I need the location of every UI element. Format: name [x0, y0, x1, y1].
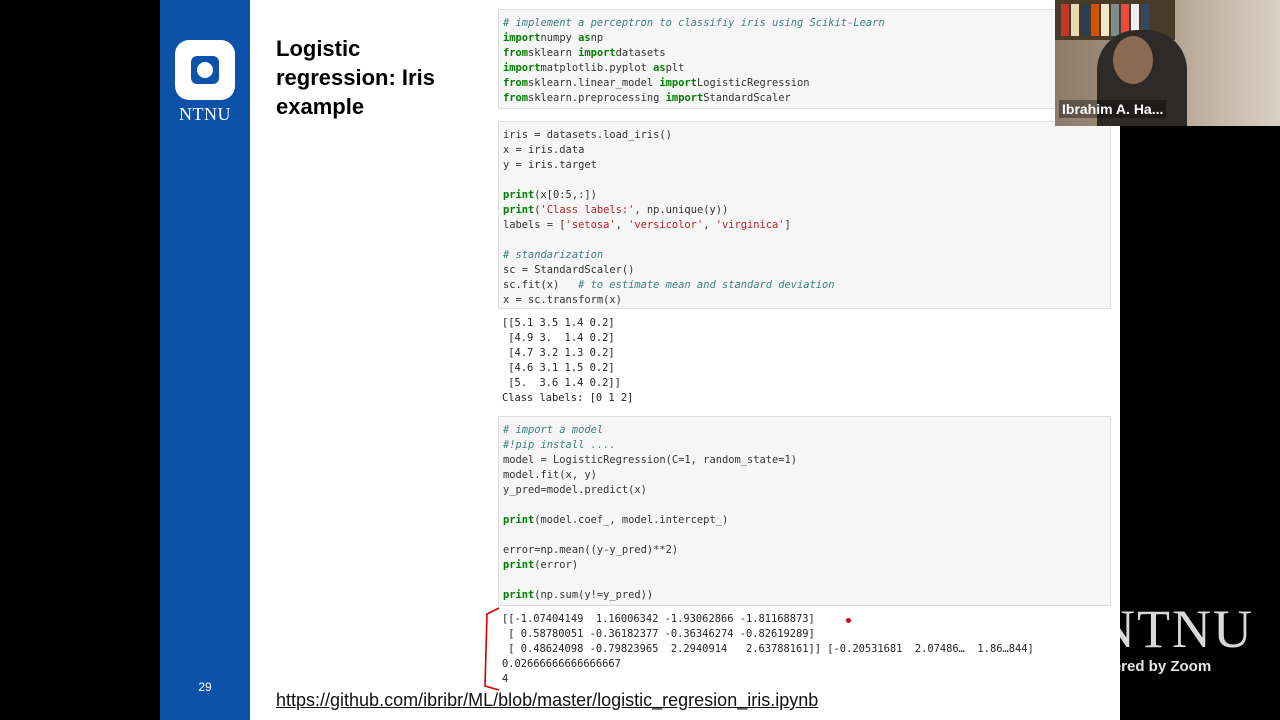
- code-cell-imports[interactable]: # implement a perceptron to classifiy ir…: [498, 9, 1056, 109]
- red-pointer-dot: [846, 618, 851, 623]
- slide-title: Logistic regression: Iris example: [276, 36, 435, 119]
- code-token: sklearn.linear_model: [528, 77, 660, 89]
- red-annotation-bracket: [484, 607, 500, 691]
- powered-by-zoom: Powered by Zoom: [1082, 658, 1212, 675]
- code-token: # standarization: [503, 249, 604, 261]
- code-token: y_pred=model.predict(x): [503, 484, 647, 496]
- sidebar: NTNU 29: [160, 0, 250, 720]
- code-token: y = iris.target: [503, 159, 597, 171]
- code-token: np: [590, 32, 604, 44]
- logo-text: NTNU: [179, 104, 231, 124]
- cell-output-data: [[5.1 3.5 1.4 0.2] [4.9 3. 1.4 0.2] [4.7…: [502, 317, 634, 404]
- code-imports: # implement a perceptron to classifiy ir…: [499, 10, 1055, 112]
- code-token: #!pip install ....: [503, 439, 616, 451]
- code-token: import: [659, 77, 697, 89]
- code-token: print: [503, 189, 535, 201]
- code-token: x = iris.data: [503, 144, 585, 156]
- code-token: (np.sum(y!=y_pred)): [534, 589, 654, 601]
- code-token: print: [503, 514, 535, 526]
- code-token: sc.fit(x): [503, 279, 579, 291]
- code-token: matplotlib.pyplot: [540, 62, 654, 74]
- code-token: 'Class labels:': [540, 204, 635, 216]
- code-token: as: [578, 32, 591, 44]
- code-token: LogisticRegression: [696, 77, 810, 89]
- code-token: import: [503, 32, 541, 44]
- code-token: from: [503, 92, 529, 104]
- participant-name: Ibrahim A. Ha...: [1059, 100, 1167, 118]
- code-token: # import a model: [503, 424, 604, 436]
- code-token: print: [503, 559, 535, 571]
- code-token: StandardScaler: [703, 92, 791, 104]
- code-token: error=np.mean((y-y_pred)**2): [503, 544, 679, 556]
- code-token: from: [503, 77, 529, 89]
- code-token: iris = datasets.load_iris(): [503, 129, 672, 141]
- code-model: # import a model #!pip install .... mode…: [499, 417, 1110, 609]
- ntnu-logo-icon: [175, 40, 235, 100]
- code-token: (x[0:5,:]): [534, 189, 597, 201]
- code-token: sc = StandardScaler(): [503, 264, 635, 276]
- code-data: iris = datasets.load_iris() x = iris.dat…: [499, 122, 1110, 314]
- code-token: ,: [703, 219, 716, 231]
- github-link[interactable]: https://github.com/ibribr/ML/blob/master…: [276, 690, 818, 711]
- code-token: ,: [615, 219, 629, 231]
- code-token: sklearn: [528, 47, 579, 59]
- code-token: datasets: [615, 47, 666, 59]
- code-token: model.fit(x, y): [503, 469, 597, 481]
- code-cell-model[interactable]: # import a model #!pip install .... mode…: [498, 416, 1111, 606]
- code-token: 'virginica': [715, 219, 785, 231]
- code-token: print: [503, 204, 535, 216]
- code-token: as: [653, 62, 666, 74]
- zoom-watermark: NTNU: [1096, 599, 1254, 659]
- code-token: # to estimate mean and standard deviatio…: [578, 279, 835, 291]
- code-token: labels = [: [503, 219, 566, 231]
- webcam-thumbnail[interactable]: Ibrahim A. Ha...: [1055, 0, 1280, 126]
- code-token: , np.unique(y)): [634, 204, 729, 216]
- cell-output-model: [[-1.07404149 1.16006342 -1.93062866 -1.…: [502, 613, 1034, 685]
- code-token: (error): [534, 559, 579, 571]
- code-token: print: [503, 589, 535, 601]
- slide: NTNU 29 Logistic regression: Iris exampl…: [160, 0, 1120, 720]
- code-token: ]: [784, 219, 791, 231]
- code-token: 'setosa': [565, 219, 616, 231]
- code-token: from: [503, 47, 529, 59]
- code-token: x = sc.transform(x): [503, 294, 622, 306]
- code-token: import: [503, 62, 541, 74]
- code-token: numpy: [540, 32, 579, 44]
- code-token: 'versicolor': [628, 219, 704, 231]
- code-token: (model.coef_, model.intercept_): [534, 514, 729, 526]
- page-number: 29: [198, 680, 212, 694]
- code-cell-data[interactable]: iris = datasets.load_iris() x = iris.dat…: [498, 121, 1111, 309]
- code-token: import: [578, 47, 616, 59]
- code-token: model = LogisticRegression(C=1, random_s…: [503, 454, 798, 466]
- code-token: import: [665, 92, 704, 104]
- code-token: sklearn.preprocessing: [528, 92, 666, 104]
- code-token: plt: [665, 62, 685, 74]
- code-token: # implement a perceptron to classifiy ir…: [503, 17, 885, 29]
